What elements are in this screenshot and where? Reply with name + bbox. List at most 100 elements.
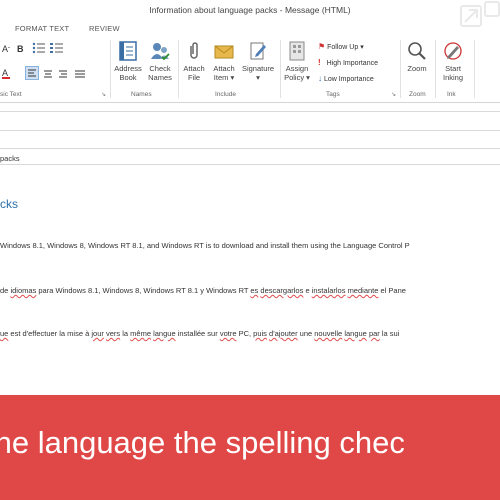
subject-field-line	[0, 164, 500, 165]
caption-banner: the language the spelling chec	[0, 395, 500, 500]
follow-up-button[interactable]: ⚑ Follow Up ▾	[318, 42, 364, 51]
misspelled-word[interactable]: votre	[220, 329, 237, 338]
group-label-zoom: Zoom	[409, 91, 426, 98]
cc-field-line[interactable]	[0, 130, 500, 131]
align-left-icon[interactable]	[25, 66, 39, 80]
misspelled-word[interactable]: descargarlos	[260, 286, 303, 295]
text-span: PC,	[236, 329, 254, 338]
misspelled-word[interactable]: mediante	[348, 286, 379, 295]
justify-icon[interactable]	[74, 67, 86, 85]
assign-policy-label-1: Assign	[285, 64, 309, 73]
window-title: Information about language packs - Messa…	[149, 5, 351, 15]
check-names-button[interactable]: Check Names	[145, 40, 175, 82]
attach-item-button[interactable]: Attach Item ▾	[209, 40, 239, 82]
numbering-icon[interactable]	[50, 41, 64, 60]
tab-review[interactable]: REVIEW	[89, 24, 120, 33]
text-span: est d'effectuer la mise à	[8, 329, 92, 338]
misspelled-word[interactable]: puis	[253, 329, 267, 338]
body-line-english: Windows 8.1, Windows 8, Windows RT 8.1, …	[0, 241, 410, 250]
start-inking-label-1: Start	[445, 64, 461, 73]
high-importance-button[interactable]: ! High Importance	[318, 58, 378, 67]
tab-format-text[interactable]: FORMAT TEXT	[15, 24, 69, 33]
text-span: la	[120, 329, 131, 338]
misspelled-word[interactable]: par	[369, 329, 380, 338]
start-inking-label-2: Inking	[442, 73, 463, 82]
text-span: la sui	[379, 329, 400, 338]
text-span: une	[297, 329, 315, 338]
attach-item-label-2: Item ▾	[213, 73, 235, 82]
misspelled-word[interactable]: jour	[91, 329, 104, 338]
text-span: para Windows 8.1, Windows 8, Windows RT …	[36, 286, 251, 295]
align-right-icon[interactable]	[57, 67, 69, 85]
group-divider	[435, 40, 436, 98]
follow-up-label: Follow Up ▾	[327, 44, 364, 51]
misspelled-word[interactable]: même	[130, 329, 151, 338]
text-span: el Pane	[378, 286, 406, 295]
group-label-names: Names	[131, 91, 152, 98]
down-arrow-icon: ↓	[318, 74, 322, 83]
dialog-launcher-icon[interactable]: ↘	[101, 91, 106, 98]
misspelled-word[interactable]: vers	[106, 329, 120, 338]
start-inking-button[interactable]: Start Inking	[438, 40, 468, 82]
body-heading: cks	[0, 197, 18, 211]
subject-field[interactable]: packs	[0, 154, 20, 163]
misspelled-word[interactable]: d'ajouter	[269, 329, 298, 338]
ribbon: Aˇ B A sic Text ↘ Address Book Check Nam…	[0, 36, 500, 103]
caption-text: the language the spelling chec	[0, 425, 405, 460]
group-divider	[178, 40, 179, 98]
group-label-include: Include	[215, 91, 236, 98]
assign-policy-label-2: Policy ▾	[284, 73, 310, 82]
text-span: installée sur	[175, 329, 220, 338]
assign-policy-button[interactable]: Assign Policy ▾	[282, 40, 312, 82]
address-book-button[interactable]: Address Book	[113, 40, 143, 82]
zoom-button[interactable]: Zoom	[403, 40, 431, 73]
check-names-label-1: Check	[149, 64, 171, 73]
misspelled-word[interactable]: nouvelle	[314, 329, 342, 338]
font-color-icon[interactable]: A	[2, 68, 10, 79]
font-size-down-icon[interactable]: Aˇ	[2, 44, 10, 54]
body-line-french: ue est d'effectuer la mise à jour vers l…	[0, 329, 399, 338]
attach-item-label-1: Attach	[213, 64, 235, 73]
to-field-line[interactable]	[0, 111, 500, 112]
high-importance-label: High Importance	[326, 60, 378, 67]
address-book-icon	[119, 41, 137, 61]
misspelled-word[interactable]: idiomas	[10, 286, 36, 295]
bcc-field-line[interactable]	[0, 148, 500, 149]
envelope-icon	[214, 45, 234, 59]
text-span: e	[303, 286, 312, 295]
bullets-icon[interactable]	[32, 41, 46, 60]
body-line-spanish: de idiomas para Windows 8.1, Windows 8, …	[0, 286, 406, 295]
low-importance-label: Low Importance	[323, 76, 374, 83]
low-importance-button[interactable]: ↓ Low Importance	[318, 74, 374, 83]
group-divider	[474, 40, 475, 98]
flag-icon: ⚑	[318, 42, 326, 51]
attach-file-button[interactable]: Attach File	[180, 40, 208, 82]
group-label-basic-text: sic Text	[0, 91, 22, 98]
attach-file-label-2: File	[187, 73, 201, 82]
attach-file-label-1: Attach	[183, 64, 205, 73]
group-divider	[110, 40, 111, 98]
signature-icon	[250, 42, 266, 60]
signature-button[interactable]: Signature ▾	[240, 40, 276, 82]
bold-icon[interactable]: B	[17, 44, 24, 54]
magnifier-icon	[408, 42, 426, 60]
misspelled-word[interactable]: langue	[344, 329, 367, 338]
exclamation-icon: !	[318, 58, 321, 67]
misspelled-word[interactable]: instalarlos	[312, 286, 346, 295]
check-names-icon	[151, 43, 170, 61]
zoom-label: Zoom	[407, 64, 427, 73]
group-divider	[400, 40, 401, 98]
align-center-icon[interactable]	[42, 67, 54, 85]
title-bar: Information about language packs - Messa…	[0, 0, 500, 27]
paperclip-icon	[190, 42, 198, 59]
signature-label-1: Signature	[241, 64, 275, 73]
address-book-label-1: Address	[114, 64, 142, 73]
check-names-label-2: Names	[148, 73, 172, 82]
text-span: de	[0, 286, 11, 295]
group-divider	[280, 40, 281, 98]
tags-dialog-launcher-icon[interactable]: ↘	[391, 91, 396, 98]
misspelled-word[interactable]: langue	[153, 329, 176, 338]
group-label-tags: Tags	[326, 91, 340, 98]
pen-icon	[444, 42, 462, 60]
group-label-ink: Ink	[447, 91, 456, 98]
